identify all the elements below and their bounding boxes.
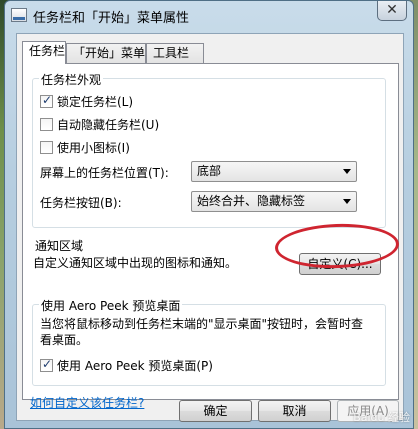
- taskbar-buttons-dropdown[interactable]: 始终合并、隐藏标签: [191, 191, 357, 212]
- cancel-button[interactable]: 取消: [258, 400, 331, 422]
- tab-start-menu[interactable]: 「开始」菜单: [66, 43, 146, 63]
- taskbar-location-value: 底部: [197, 164, 222, 178]
- tab-panel-taskbar: 任务栏外观 锁定任务栏(L) 自动隐藏任务栏(U) 使用小图标(I) 屏幕上的任…: [22, 63, 399, 410]
- aero-peek-description: 当您将鼠标移动到任务栏末端的"显示桌面"按钮时，会暂时查看桌面。: [40, 317, 364, 347]
- taskbar-buttons-value: 始终合并、隐藏标签: [197, 194, 306, 208]
- notification-area-description: 自定义通知区域中出现的图标和通知。: [33, 256, 238, 270]
- auto-hide-label: 自动隐藏任务栏(U): [57, 117, 160, 132]
- aero-peek-option[interactable]: 使用 Aero Peek 预览桌面(P): [40, 357, 213, 373]
- tab-taskbar[interactable]: 任务栏: [22, 41, 66, 64]
- lock-taskbar-option[interactable]: 锁定任务栏(L): [40, 93, 133, 109]
- lock-taskbar-checkbox[interactable]: [40, 93, 53, 108]
- taskbar-appearance-group: 任务栏外观 锁定任务栏(L) 自动隐藏任务栏(U) 使用小图标(I) 屏幕上的任…: [32, 71, 386, 228]
- small-icons-option[interactable]: 使用小图标(I): [40, 139, 130, 155]
- customize-notifications-button[interactable]: 自定义(C)...: [299, 253, 381, 275]
- aero-peek-checkbox-label: 使用 Aero Peek 预览桌面(P): [57, 358, 213, 373]
- taskbar-location-dropdown[interactable]: 底部: [191, 161, 357, 182]
- chevron-down-icon: [343, 169, 351, 174]
- chevron-down-icon: [343, 199, 351, 204]
- help-link[interactable]: 如何自定义该任务栏?: [30, 394, 144, 411]
- taskbar-buttons-label: 任务栏按钮(B):: [40, 196, 122, 210]
- taskbar-window-icon: [11, 8, 27, 22]
- notification-area-label: 通知区域: [33, 237, 86, 254]
- lock-taskbar-label: 锁定任务栏(L): [57, 94, 134, 109]
- properties-dialog: 任务栏和「开始」菜单属性 ✕ 任务栏 「开始」菜单 工具栏 任务栏外观 锁定任务…: [4, 0, 414, 429]
- small-icons-label: 使用小图标(I): [57, 140, 130, 155]
- small-icons-checkbox[interactable]: [40, 140, 53, 154]
- window-title: 任务栏和「开始」菜单属性: [33, 11, 190, 26]
- tab-toolbars[interactable]: 工具栏: [146, 43, 204, 63]
- ok-button[interactable]: 确定: [179, 400, 252, 422]
- auto-hide-checkbox[interactable]: [40, 117, 53, 131]
- aero-peek-group: 使用 Aero Peek 预览桌面 当您将鼠标移动到任务栏末端的"显示桌面"按钮…: [32, 297, 386, 386]
- dialog-client-area: 任务栏 「开始」菜单 工具栏 任务栏外观 锁定任务栏(L) 自动隐藏任务栏(U)…: [16, 33, 404, 422]
- aero-peek-checkbox[interactable]: [40, 357, 53, 372]
- watermark: Baidu 经验: [353, 411, 410, 424]
- close-button[interactable]: ✕: [377, 1, 407, 21]
- taskbar-appearance-label: 任务栏外观: [39, 71, 104, 88]
- aero-peek-label: 使用 Aero Peek 预览桌面: [39, 297, 183, 314]
- taskbar-location-label: 屏幕上的任务栏位置(T):: [40, 166, 169, 180]
- auto-hide-option[interactable]: 自动隐藏任务栏(U): [40, 116, 159, 132]
